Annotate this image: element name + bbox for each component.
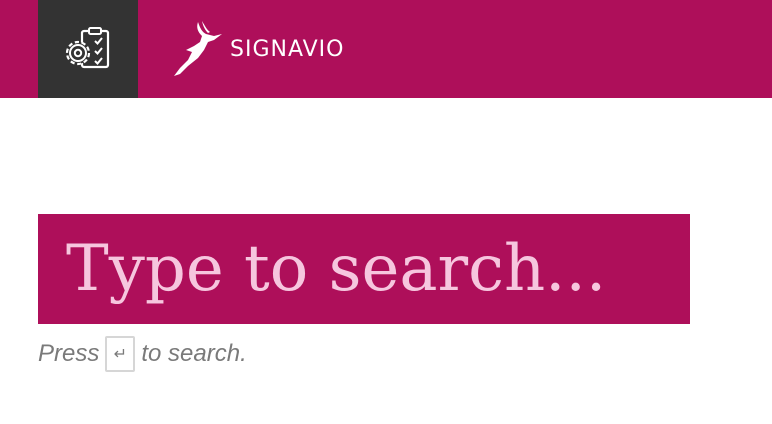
top-header: SIGNAVIO (0, 0, 772, 98)
search-hint: Press ↵ to search. (38, 334, 247, 374)
signavio-logo[interactable]: SIGNAVIO (170, 20, 344, 78)
enter-key-icon: ↵ (105, 336, 136, 372)
logo-text: SIGNAVIO (230, 36, 345, 62)
settings-checklist-icon (65, 27, 110, 69)
search-box (38, 214, 690, 324)
antelope-logo-icon (174, 21, 222, 76)
search-input[interactable] (66, 224, 676, 314)
hint-prefix: Press (38, 340, 100, 367)
app-switcher-button[interactable] (38, 0, 138, 98)
hint-suffix: to search. (141, 340, 247, 367)
